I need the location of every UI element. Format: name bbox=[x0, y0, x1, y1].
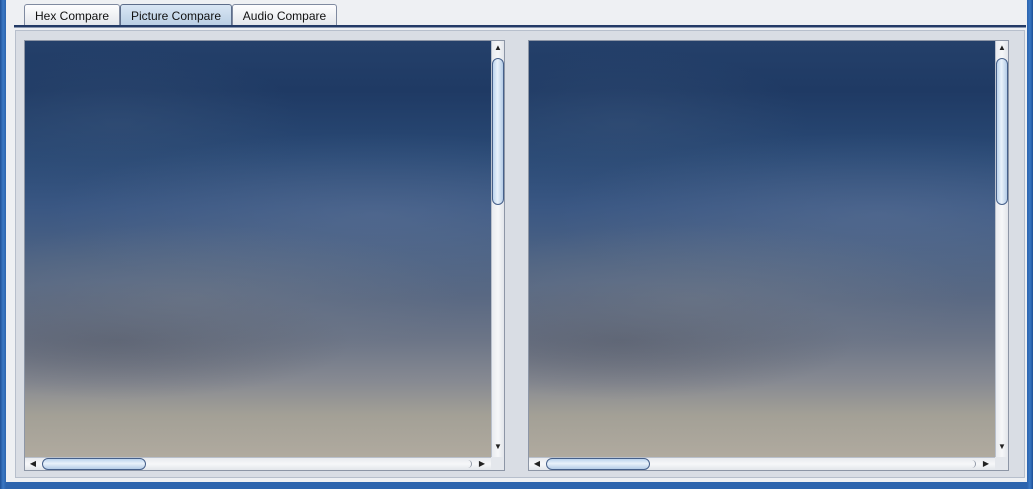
scroll-right-arrow-icon[interactable]: ▶ bbox=[476, 458, 488, 470]
app-client-area: Hex Compare Picture Compare Audio Compar… bbox=[6, 0, 1027, 482]
right-image[interactable] bbox=[529, 41, 995, 457]
right-image-viewer: ▲ ▼ ◀ ▶ bbox=[528, 40, 1009, 471]
tab-divider bbox=[14, 25, 1026, 28]
scroll-up-arrow-icon[interactable]: ▲ bbox=[996, 42, 1008, 54]
tab-hex-compare[interactable]: Hex Compare bbox=[24, 4, 120, 26]
right-horizontal-scroll-thumb[interactable] bbox=[546, 458, 650, 470]
scroll-left-arrow-icon[interactable]: ◀ bbox=[27, 458, 39, 470]
left-vertical-scroll-thumb[interactable] bbox=[492, 58, 504, 205]
scroll-down-arrow-icon[interactable]: ▼ bbox=[996, 441, 1008, 453]
scroll-track-mark bbox=[465, 460, 472, 468]
left-image-viewer: ▲ ▼ ◀ ▶ bbox=[24, 40, 505, 471]
right-sky-image bbox=[529, 41, 995, 457]
tab-picture-compare[interactable]: Picture Compare bbox=[120, 4, 232, 26]
right-horizontal-scrollbar[interactable]: ◀ ▶ bbox=[529, 457, 995, 470]
scroll-track-mark bbox=[969, 460, 976, 468]
right-vertical-scroll-thumb[interactable] bbox=[996, 58, 1008, 205]
left-horizontal-scrollbar[interactable]: ◀ ▶ bbox=[25, 457, 491, 470]
tab-label: Audio Compare bbox=[242, 9, 327, 23]
tab-strip: Hex Compare Picture Compare Audio Compar… bbox=[6, 0, 1027, 27]
picture-compare-panel: ▲ ▼ ◀ ▶ ▲ ▼ ◀ ▶ bbox=[15, 30, 1025, 478]
scroll-corner bbox=[491, 457, 504, 470]
tab-label: Hex Compare bbox=[34, 9, 110, 23]
scroll-right-arrow-icon[interactable]: ▶ bbox=[980, 458, 992, 470]
scroll-left-arrow-icon[interactable]: ◀ bbox=[531, 458, 543, 470]
tab-label: Picture Compare bbox=[130, 9, 222, 23]
scroll-corner bbox=[995, 457, 1008, 470]
left-vertical-scrollbar[interactable]: ▲ ▼ bbox=[491, 41, 504, 457]
scroll-up-arrow-icon[interactable]: ▲ bbox=[492, 42, 504, 54]
left-horizontal-scroll-thumb[interactable] bbox=[42, 458, 146, 470]
scroll-down-arrow-icon[interactable]: ▼ bbox=[492, 441, 504, 453]
right-vertical-scrollbar[interactable]: ▲ ▼ bbox=[995, 41, 1008, 457]
tab-audio-compare[interactable]: Audio Compare bbox=[232, 4, 337, 26]
left-sky-image bbox=[25, 41, 491, 457]
left-image[interactable] bbox=[25, 41, 491, 457]
